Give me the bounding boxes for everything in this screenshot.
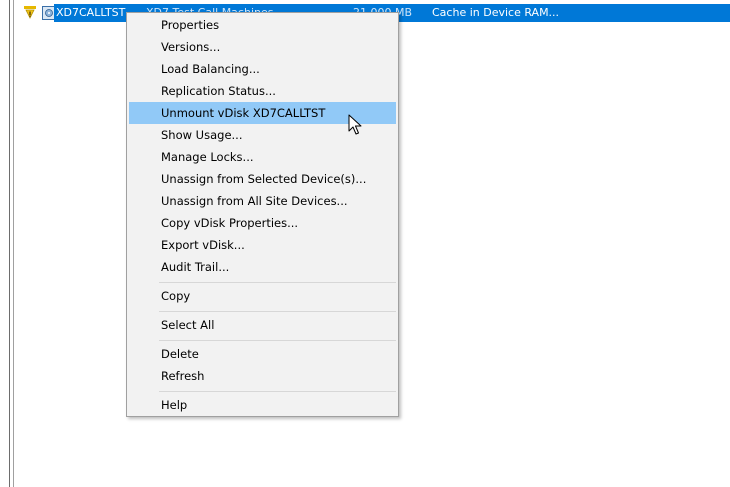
menu-item-export-vdisk[interactable]: Export vDisk... <box>129 234 396 256</box>
menu-item-delete[interactable]: Delete <box>129 343 396 365</box>
mouse-pointer-icon <box>348 114 362 135</box>
menu-separator <box>159 282 396 283</box>
menu-separator <box>159 340 396 341</box>
menu-item-versions[interactable]: Versions... <box>129 36 396 58</box>
vdisk-cache-type-cell: Cache in Device RAM... <box>432 6 560 19</box>
menu-separator <box>159 311 396 312</box>
menu-item-replication-status[interactable]: Replication Status... <box>129 80 396 102</box>
menu-item-properties[interactable]: Properties <box>129 14 396 36</box>
menu-item-refresh[interactable]: Refresh <box>129 365 396 387</box>
menu-item-copy[interactable]: Copy <box>129 285 396 307</box>
menu-item-load-balancing[interactable]: Load Balancing... <box>129 58 396 80</box>
menu-item-unassign-selected[interactable]: Unassign from Selected Device(s)... <box>129 168 396 190</box>
menu-item-unassign-all[interactable]: Unassign from All Site Devices... <box>129 190 396 212</box>
console-window: XD7CALLTST XD7 Test Call Machines 21,000… <box>0 0 730 487</box>
row-icons <box>18 4 56 22</box>
context-menu: Properties Versions... Load Balancing...… <box>126 12 399 417</box>
menu-item-copy-vdisk-properties[interactable]: Copy vDisk Properties... <box>129 212 396 234</box>
warning-icon <box>24 6 36 19</box>
menu-item-help[interactable]: Help <box>129 394 396 416</box>
menu-separator <box>159 391 396 392</box>
tree-pane-edge <box>0 0 14 487</box>
vdisk-name-cell: XD7CALLTST <box>56 6 126 19</box>
tree-connector-line <box>9 0 10 487</box>
menu-item-select-all[interactable]: Select All <box>129 314 396 336</box>
menu-item-audit-trail[interactable]: Audit Trail... <box>129 256 396 278</box>
menu-item-manage-locks[interactable]: Manage Locks... <box>129 146 396 168</box>
